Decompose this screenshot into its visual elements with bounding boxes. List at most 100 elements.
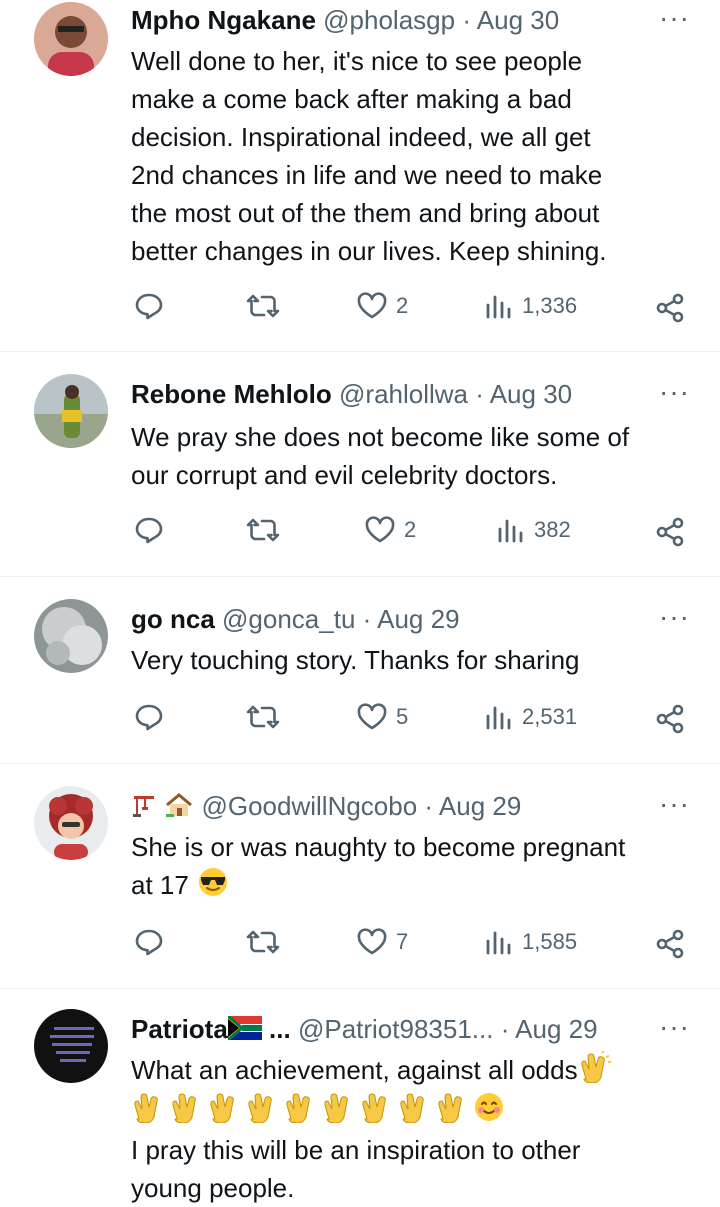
repost-button[interactable] <box>246 703 280 731</box>
views-button[interactable]: 382 <box>496 516 571 544</box>
author-handle[interactable]: @GoodwillNgcobo <box>201 791 417 821</box>
tweet-date[interactable]: Aug 29 <box>439 791 521 821</box>
action-bar: 5 2,531 <box>0 703 720 743</box>
more-options-icon[interactable]: ··· <box>659 1011 690 1043</box>
text-line: make a come back after making a bad <box>131 84 572 114</box>
tweet-date[interactable]: Aug 29 <box>377 604 459 634</box>
separator-dot: · <box>462 5 471 35</box>
reply-button[interactable] <box>134 703 164 731</box>
action-bar: 2 382 <box>0 516 720 556</box>
repost-button[interactable] <box>246 516 280 544</box>
author-name[interactable]: Patriota <box>131 1014 228 1044</box>
clapping-hands-emoji <box>435 1091 471 1133</box>
share-button[interactable] <box>654 292 686 324</box>
text-line: What an achievement, against all odds <box>131 1055 578 1085</box>
separator-dot: · <box>362 604 372 634</box>
author-handle[interactable]: @pholasgp <box>323 5 455 35</box>
text-line: She is or was naughty to become pregnant <box>131 832 626 862</box>
more-options-icon[interactable]: ··· <box>659 376 690 408</box>
text-line-with-emoji: at 17 <box>131 866 691 908</box>
tweet-date[interactable]: Aug 29 <box>515 1014 597 1044</box>
clapping-hands-emoji <box>321 1091 357 1133</box>
author-name-ellipsis: ... <box>269 1014 291 1044</box>
separator-dot: · <box>424 791 434 821</box>
heart-icon <box>357 928 387 955</box>
text-line: We pray she does not become like some of <box>131 422 630 452</box>
tweet-header: @GoodwillNgcobo · Aug 29 <box>131 790 650 825</box>
tweet-header: go nca @gonca_tu · Aug 29 <box>131 603 650 635</box>
avatar[interactable] <box>34 2 108 76</box>
share-icon <box>656 929 684 959</box>
more-options-icon[interactable]: ··· <box>659 2 690 34</box>
tweet-text: We pray she does not become like some of… <box>131 418 691 494</box>
tweet-text: Well done to her, it's nice to see peopl… <box>131 42 691 270</box>
reply-button[interactable] <box>134 928 164 956</box>
action-bar: 7 1,585 <box>0 928 720 968</box>
view-count: 382 <box>534 517 571 542</box>
text-line: I pray this will be an inspiration to ot… <box>131 1135 581 1166</box>
like-count: 7 <box>396 929 409 954</box>
like-count: 2 <box>404 517 417 542</box>
tweet[interactable]: @GoodwillNgcobo · Aug 29 ··· She is or w… <box>0 764 720 989</box>
share-button[interactable] <box>654 928 686 960</box>
avatar[interactable] <box>34 374 108 448</box>
more-options-icon[interactable]: ··· <box>659 788 690 820</box>
tweet-date[interactable]: Aug 30 <box>477 5 559 35</box>
author-name[interactable]: Mpho Ngakane <box>131 5 316 35</box>
tweet-text: Very touching story. Thanks for sharing <box>131 641 691 679</box>
more-options-icon[interactable]: ··· <box>659 601 690 633</box>
smiling-face-emoji <box>473 1091 505 1133</box>
clapping-hands-emoji <box>359 1091 395 1133</box>
tweet-date[interactable]: Aug 30 <box>490 379 572 409</box>
share-button[interactable] <box>654 516 686 548</box>
text-line: Very touching story. Thanks for sharing <box>131 645 580 675</box>
repost-button[interactable] <box>246 928 280 956</box>
south-africa-flag-emoji <box>226 1014 262 1047</box>
tweet[interactable]: go nca @gonca_tu · Aug 29 ··· Very touch… <box>0 577 720 764</box>
tweet-header: Patriota ... @Patriot98351... · Aug 29 <box>131 1013 654 1047</box>
share-icon <box>656 704 684 734</box>
avatar[interactable] <box>34 1009 108 1083</box>
like-button[interactable]: 7 <box>356 928 408 956</box>
tweet[interactable]: Mpho Ngakane @pholasgp · Aug 30 ··· Well… <box>0 0 720 352</box>
share-button[interactable] <box>654 703 686 735</box>
repost-icon <box>246 294 280 318</box>
tweet[interactable]: Rebone Mehlolo @rahlollwa · Aug 30 ··· W… <box>0 352 720 577</box>
reply-button[interactable] <box>134 292 164 320</box>
like-button[interactable]: 5 <box>356 703 408 731</box>
separator-dot: · <box>475 379 484 409</box>
view-count: 1,336 <box>522 293 578 318</box>
repost-icon <box>246 705 280 729</box>
tweet[interactable]: Patriota ... @Patriot98351... · Aug 29 ·… <box>0 989 720 1203</box>
share-icon <box>656 293 684 323</box>
like-count: 5 <box>396 704 409 729</box>
author-handle[interactable]: @rahlollwa <box>339 379 468 409</box>
views-button[interactable]: 1,336 <box>484 292 577 320</box>
text-line: the most out of the them and bring about <box>131 198 600 228</box>
like-button[interactable]: 2 <box>356 292 408 320</box>
action-bar: 2 1,336 <box>0 292 720 332</box>
views-icon <box>486 295 511 319</box>
text-line: young people. <box>131 1173 295 1204</box>
author-name[interactable]: go nca <box>131 604 215 634</box>
views-button[interactable]: 2,531 <box>484 703 577 731</box>
views-icon <box>486 931 511 955</box>
reply-icon <box>135 704 163 731</box>
author-handle[interactable]: @Patriot98351... <box>298 1014 494 1044</box>
avatar[interactable] <box>34 786 108 860</box>
repost-button[interactable] <box>246 292 280 320</box>
like-button[interactable]: 2 <box>364 516 416 544</box>
text-line: our corrupt and evil celebrity doctors. <box>131 460 558 490</box>
clapping-hands-emoji <box>397 1091 433 1133</box>
avatar[interactable] <box>34 599 108 673</box>
author-handle[interactable]: @gonca_tu <box>222 604 355 634</box>
heart-icon <box>365 516 395 543</box>
heart-icon <box>357 703 387 730</box>
emoji-row <box>131 1093 691 1131</box>
reply-button[interactable] <box>134 516 164 544</box>
text-line: decision. Inspirational indeed, we all g… <box>131 122 591 152</box>
views-button[interactable]: 1,585 <box>484 928 577 956</box>
clapping-hands-emoji <box>283 1091 319 1133</box>
author-name[interactable]: Rebone Mehlolo <box>131 379 332 409</box>
views-icon <box>486 706 511 730</box>
